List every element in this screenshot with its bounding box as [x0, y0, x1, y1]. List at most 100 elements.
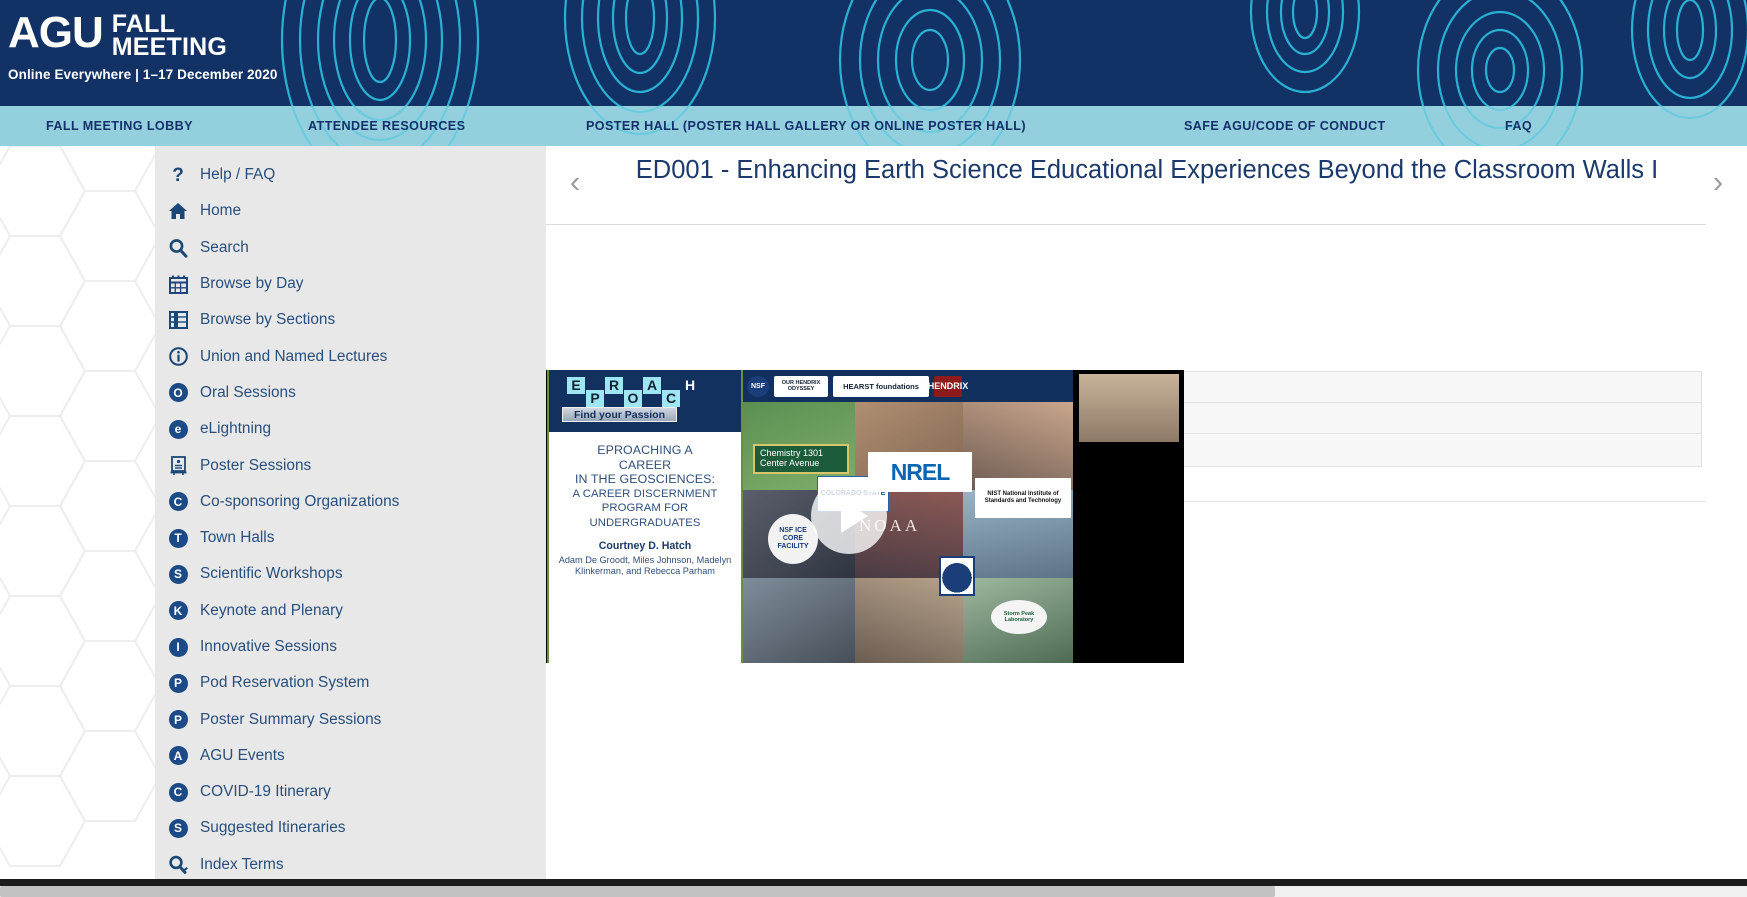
window-bottom-bar: [0, 879, 1747, 886]
noaa-seal-icon: [939, 556, 975, 596]
sidebar-item-label: Scientific Workshops: [200, 565, 343, 583]
sidebar-item-poster-summary-sessions[interactable]: P Poster Summary Sessions: [155, 701, 546, 737]
chemistry-sign: Chemistry 1301 Center Avenue: [753, 444, 849, 474]
sidebar-item-covid-19-itinerary[interactable]: C COVID-19 Itinerary: [155, 774, 546, 810]
sidebar-item-home[interactable]: Home: [155, 193, 546, 229]
letter-e-circle-icon: e: [161, 419, 195, 439]
sidebar-item-label: Browse by Sections: [200, 311, 336, 329]
eproach-letter: C: [662, 390, 680, 407]
main-navigation: FALL MEETING LOBBY ATTENDEE RESOURCES PO…: [0, 106, 1747, 146]
letter-k-circle-icon: K: [161, 601, 195, 621]
hendrix-odyssey-logo: OUR HENDRIX ODYSSEY: [774, 375, 828, 397]
page-body: ? Help / FAQ Home Search Browse by Day B…: [0, 146, 1747, 886]
previous-session-button[interactable]: ‹: [555, 166, 595, 197]
letter-c-circle-icon: C: [161, 492, 195, 512]
logo-meeting-text: MEETING: [111, 33, 228, 61]
sidebar-item-browse-by-day[interactable]: Browse by Day: [155, 266, 546, 302]
video-webcam-pane: [1073, 370, 1184, 663]
home-icon: [161, 202, 195, 220]
session-video-player[interactable]: E P R O A C H Find your Passion EPROACHI…: [546, 370, 1184, 663]
sidebar-item-label: Suggested Itineraries: [200, 819, 346, 837]
presenter-webcam: [1079, 374, 1179, 442]
nav-fall-meeting-lobby[interactable]: FALL MEETING LOBBY: [46, 119, 193, 133]
slide-presenter: Courtney D. Hatch: [598, 539, 692, 552]
letter-a-circle-icon: A: [161, 746, 195, 766]
sidebar-item-label: Town Halls: [200, 529, 275, 547]
slide-title-line: IN THE GEOSCIENCES:: [574, 472, 716, 487]
slide-coauthors: Adam De Groodt, Miles Johnson, Madelyn K…: [558, 554, 732, 577]
eproach-letter: P: [586, 390, 604, 407]
nav-faq[interactable]: FAQ: [1505, 119, 1532, 133]
sidebar-item-innovative-sessions[interactable]: I Innovative Sessions: [155, 629, 546, 665]
hexagon-svg: [0, 146, 155, 867]
nav-safe-agu-code-of-conduct[interactable]: SAFE AGU/CODE OF CONDUCT: [1184, 119, 1386, 133]
slide-title-line: UNDERGRADUATES: [589, 516, 701, 529]
sidebar-item-union-and-named-lectures[interactable]: Union and Named Lectures: [155, 338, 546, 374]
slide-title-line: PROGRAM FOR: [601, 502, 689, 515]
site-header: AGU FALL MEETING Online Everywhere | 1–1…: [0, 0, 1747, 106]
sidebar-item-poster-sessions[interactable]: Poster Sessions: [155, 447, 546, 483]
sidebar-item-label: Oral Sessions: [200, 383, 296, 401]
logo-subtitle: Online Everywhere | 1–17 December 2020: [8, 67, 278, 82]
scrollbar-thumb[interactable]: [0, 886, 1275, 897]
sidebar-item-scientific-workshops[interactable]: S Scientific Workshops: [155, 556, 546, 592]
horizontal-scrollbar[interactable]: [0, 886, 1747, 897]
slide-title-line: A CAREER DISCERNMENT: [572, 487, 718, 500]
sidebar-item-co-sponsoring-organizations[interactable]: C Co-sponsoring Organizations: [155, 484, 546, 520]
slide-title-line: EPROACHING A: [597, 443, 693, 457]
sidebar-item-agu-events[interactable]: A AGU Events: [155, 738, 546, 774]
letter-p-circle-icon: P: [161, 710, 195, 730]
sidebar-item-label: COVID-19 Itinerary: [200, 783, 331, 801]
sidebar-item-suggested-itineraries[interactable]: S Suggested Itineraries: [155, 810, 546, 846]
sidebar-item-keynote-and-plenary[interactable]: K Keynote and Plenary: [155, 593, 546, 629]
calendar-icon: [161, 275, 195, 294]
eproach-letter: E: [567, 377, 585, 394]
sidebar-navigation: ? Help / FAQ Home Search Browse by Day B…: [155, 146, 546, 886]
sidebar-item-browse-by-sections[interactable]: Browse by Sections: [155, 302, 546, 338]
sidebar-item-label: Help / FAQ: [200, 166, 276, 184]
sidebar-item-label: Co-sponsoring Organizations: [200, 492, 400, 510]
eproach-letter: A: [643, 377, 661, 394]
sidebar-item-label: AGU Events: [200, 746, 285, 764]
sidebar-item-label: Home: [200, 202, 242, 220]
eproach-tagline: Find your Passion: [562, 407, 677, 422]
sidebar-item-label: Search: [200, 238, 249, 256]
eproach-letter: O: [624, 390, 642, 407]
sidebar-item-label: Browse by Day: [200, 275, 304, 293]
main-content: ‹ › ED001 - Enhancing Earth Science Educ…: [546, 146, 1747, 886]
collage-photo: Storm Peak Laboratory: [963, 578, 1073, 663]
nav-poster-hall[interactable]: POSTER HALL (POSTER HALL GALLERY OR ONLI…: [586, 119, 1026, 133]
sidebar-item-help-faq[interactable]: ? Help / FAQ: [155, 157, 546, 193]
letter-s-circle-icon: S: [161, 818, 195, 838]
collage-photo: [743, 578, 855, 663]
sidebar-item-elightning[interactable]: e eLightning: [155, 411, 546, 447]
hearst-foundations-logo: HEARST foundations: [833, 375, 929, 397]
page-title: ED001 - Enhancing Earth Science Educatio…: [635, 156, 1659, 184]
sidebar-item-label: Poster Summary Sessions: [200, 710, 382, 728]
question-mark-icon: ?: [172, 164, 184, 186]
eproach-letter: R: [605, 377, 623, 394]
nav-attendee-resources[interactable]: ATTENDEE RESOURCES: [308, 119, 465, 133]
letter-i-circle-icon: I: [161, 637, 195, 657]
letter-o-circle-icon: O: [161, 383, 195, 403]
sidebar-item-search[interactable]: Search: [155, 230, 546, 266]
letter-s-circle-icon: S: [161, 564, 195, 584]
slide-title-line: CAREER: [618, 457, 672, 472]
sidebar-item-index-terms[interactable]: Index Terms: [155, 847, 546, 883]
sidebar-item-town-halls[interactable]: T Town Halls: [155, 520, 546, 556]
next-session-button[interactable]: ›: [1698, 166, 1738, 197]
sidebar-item-label: Keynote and Plenary: [200, 601, 343, 619]
play-button[interactable]: [811, 478, 887, 554]
sidebar-item-label: Index Terms: [200, 855, 284, 873]
search-plus-icon: [161, 855, 195, 875]
agu-fall-meeting-logo[interactable]: AGU FALL MEETING Online Everywhere | 1–1…: [8, 11, 278, 83]
sponsor-logo-strip: NSF OUR HENDRIX ODYSSEY HEARST foundatio…: [743, 370, 1073, 402]
sidebar-item-label: eLightning: [200, 420, 272, 438]
sidebar-item-oral-sessions[interactable]: O Oral Sessions: [155, 375, 546, 411]
sidebar-item-pod-reservation-system[interactable]: P Pod Reservation System: [155, 665, 546, 701]
hendrix-logo: HENDRIX: [928, 375, 968, 397]
letter-c-circle-icon: C: [161, 782, 195, 802]
letter-p-circle-icon: P: [161, 673, 195, 693]
poster-icon: [161, 456, 195, 476]
info-circle-icon: [161, 347, 195, 366]
